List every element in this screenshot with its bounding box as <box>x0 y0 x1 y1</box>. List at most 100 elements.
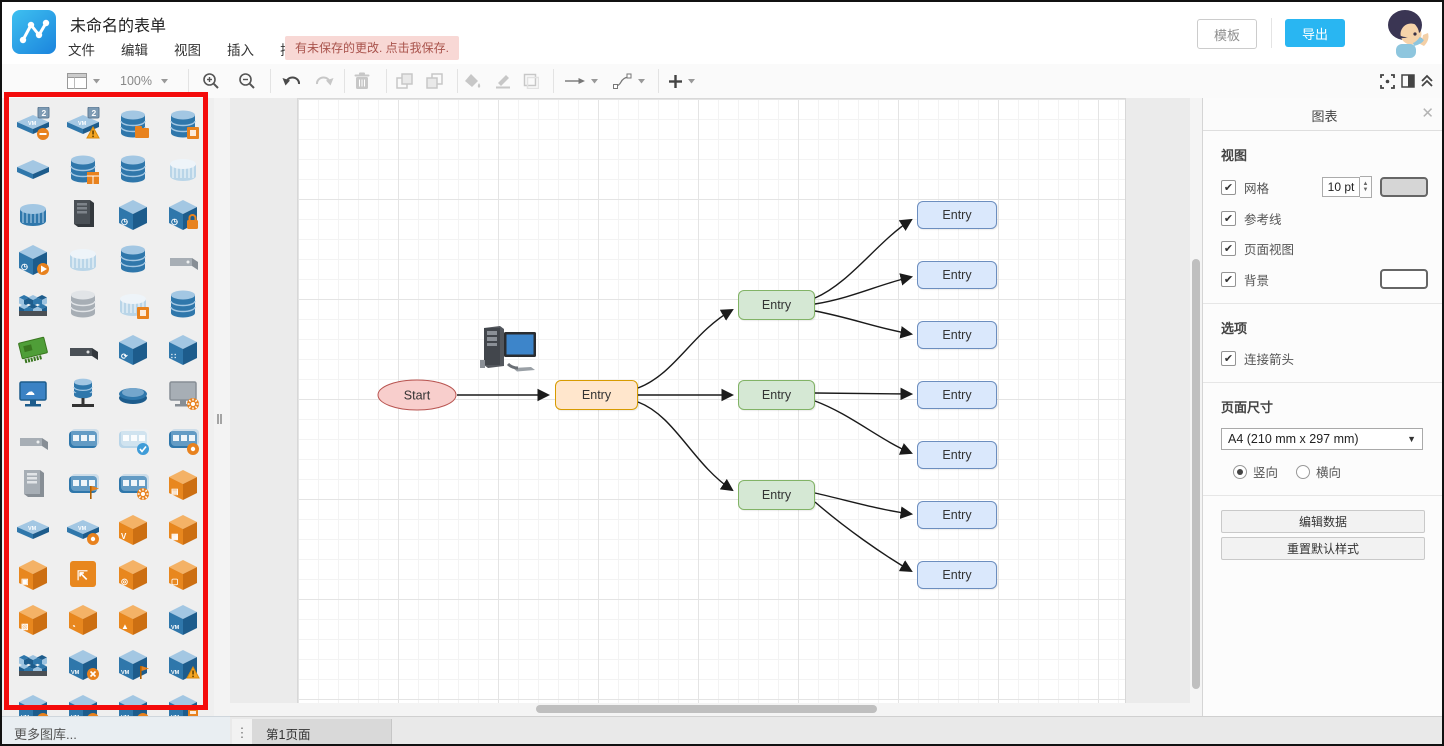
palette-shape-vm-flat-2-warning[interactable]: VM 2 <box>63 106 103 142</box>
to-back-button[interactable] <box>426 68 444 94</box>
app-logo-icon[interactable] <box>12 10 56 54</box>
palette-shape-host-blade-ok[interactable] <box>113 421 153 457</box>
palette-shape-cube-refresh[interactable]: ⟳ <box>113 331 153 367</box>
page-view-style-dropdown[interactable] <box>66 68 101 94</box>
shadow-button[interactable] <box>523 68 539 94</box>
zoom-in-button[interactable] <box>202 68 220 94</box>
reset-default-style-button[interactable]: 重置默认样式 <box>1221 537 1425 560</box>
collapse-toolbar-button[interactable] <box>1420 68 1434 94</box>
palette-shape-pci-card[interactable] <box>13 331 53 367</box>
palette-shape-cube-orange-host[interactable]: ▤ <box>163 466 203 502</box>
delete-button[interactable] <box>354 68 370 94</box>
palette-shape-cube-clock-run[interactable]: ◷ <box>13 241 53 277</box>
workstation-icon[interactable] <box>480 324 538 374</box>
palette-shape-cube-app-window[interactable]: ▦ <box>163 511 203 547</box>
edge-g2-to-b4[interactable] <box>814 387 914 401</box>
flow-node-b6[interactable]: Entry <box>917 501 997 529</box>
user-avatar[interactable] <box>1378 4 1436 62</box>
palette-shape-cube-briefcase[interactable]: ▢ <box>163 556 203 592</box>
palette-shape-rack-unit-black[interactable] <box>63 331 103 367</box>
edge-entry-main-to-g1[interactable] <box>637 308 734 389</box>
palette-shape-database-host[interactable] <box>63 376 103 412</box>
palette-shape-vm-badge-c[interactable]: VM <box>113 691 153 716</box>
fill-color-button[interactable] <box>464 68 482 94</box>
flow-node-b2[interactable]: Entry <box>917 261 997 289</box>
palette-shape-vm-card[interactable]: VM <box>163 691 203 716</box>
palette-shape-host-blade-badge[interactable] <box>163 421 203 457</box>
palette-shape-disk-drive[interactable] <box>163 241 203 277</box>
palette-shape-cylinder-striped[interactable] <box>13 196 53 232</box>
flow-node-b1[interactable]: Entry <box>917 201 997 229</box>
flow-node-g1[interactable]: Entry <box>738 290 815 320</box>
undo-button[interactable] <box>282 68 302 94</box>
edge-entry-main-to-g3[interactable] <box>637 401 734 492</box>
horizontal-scrollbar-thumb[interactable] <box>536 705 877 713</box>
export-button[interactable]: 导出 <box>1285 19 1345 47</box>
menu-item-3[interactable]: 插入 <box>227 39 254 59</box>
palette-shape-cylinder-light[interactable] <box>163 151 203 187</box>
palette-shape-cube-v[interactable]: V <box>113 511 153 547</box>
palette-shape-vm-flat-small[interactable]: VM <box>13 511 53 547</box>
page-view-checkbox[interactable]: ✔ <box>1221 241 1236 256</box>
portrait-radio[interactable] <box>1233 464 1247 479</box>
palette-shape-cylinder-banded[interactable] <box>63 241 103 277</box>
palette-shape-cube-components[interactable]: ∷ <box>163 331 203 367</box>
pages-menu-button[interactable]: ⋮ <box>232 719 252 744</box>
palette-shape-vm-warning[interactable]: VM <box>163 646 203 682</box>
palette-shape-resize-tool[interactable]: ⇱ <box>63 556 103 592</box>
format-panel-toggle[interactable] <box>1401 68 1415 94</box>
palette-shape-cylinder-package[interactable] <box>113 286 153 322</box>
grid-size-stepper[interactable]: ▲ ▼ <box>1360 176 1372 198</box>
palette-shape-brick-group[interactable] <box>13 286 53 322</box>
landscape-radio[interactable] <box>1296 464 1311 479</box>
palette-shape-database-stack-2[interactable] <box>113 241 153 277</box>
palette-shape-rack-server[interactable] <box>13 421 53 457</box>
unsaved-changes-notice[interactable]: 有未保存的更改. 点击我保存. <box>285 36 460 60</box>
palette-shape-vm-template[interactable]: VM <box>113 646 153 682</box>
page-tab-1[interactable]: 第1页面 <box>252 719 392 744</box>
palette-shape-cube-photo[interactable]: ▲ <box>113 601 153 637</box>
palette-shape-blade-template[interactable] <box>63 466 103 502</box>
palette-shape-database-silver[interactable] <box>63 286 103 322</box>
drawing-canvas[interactable]: Start Entry Entry Entry Entry Entry Entry Entr… <box>230 98 1202 716</box>
to-front-button[interactable] <box>396 68 414 94</box>
palette-shape-blade-settings[interactable] <box>113 466 153 502</box>
background-color-swatch[interactable] <box>1380 269 1428 289</box>
guides-checkbox[interactable]: ✔ <box>1221 211 1236 226</box>
palette-shape-monitor-gear[interactable] <box>163 376 203 412</box>
edge-g1-to-b1[interactable] <box>814 218 913 299</box>
document-title[interactable]: 未命名的表单 <box>70 12 166 36</box>
background-checkbox[interactable]: ✔ <box>1221 271 1236 287</box>
menu-item-1[interactable]: 编辑 <box>121 39 148 59</box>
palette-shape-vm-badge-b[interactable]: VM <box>63 691 103 716</box>
template-button[interactable]: 模板 <box>1197 19 1257 49</box>
palette-shape-cube-search[interactable]: ◎ <box>113 556 153 592</box>
more-libraries-link[interactable]: 更多图库... <box>14 724 77 743</box>
fullscreen-button[interactable] <box>1380 68 1395 94</box>
close-icon[interactable]: ✕ <box>1421 104 1434 122</box>
zoom-level-dropdown[interactable]: 100% <box>120 68 169 94</box>
edge-g3-to-b6[interactable] <box>814 492 914 519</box>
insert-dropdown[interactable] <box>668 68 696 94</box>
palette-shape-database-blue[interactable] <box>163 286 203 322</box>
palette-shape-vmware-brick-stack[interactable] <box>13 646 53 682</box>
redo-button[interactable] <box>314 68 334 94</box>
vertical-scrollbar-thumb[interactable] <box>1192 259 1200 689</box>
palette-shape-database-safe[interactable] <box>163 106 203 142</box>
zoom-out-button[interactable] <box>238 68 256 94</box>
palette-shape-server-tower-gray[interactable] <box>13 466 53 502</box>
flow-node-b7[interactable]: Entry <box>917 561 997 589</box>
palette-shape-host-blade[interactable] <box>63 421 103 457</box>
waypoint-style-dropdown[interactable] <box>613 68 646 94</box>
palette-shape-vm-remove[interactable]: VM <box>63 646 103 682</box>
grid-checkbox[interactable]: ✔ <box>1221 179 1236 195</box>
edge-g1-to-b3[interactable] <box>814 310 914 339</box>
palette-shape-server-tower-dark[interactable] <box>63 196 103 232</box>
palette-shape-database-stack[interactable] <box>113 151 153 187</box>
edge-g2-to-b5[interactable] <box>814 400 913 455</box>
flow-node-b4[interactable]: Entry <box>917 381 997 409</box>
grid-color-swatch[interactable] <box>1380 177 1428 197</box>
page-size-select[interactable]: A4 (210 mm x 297 mm) ▼ <box>1221 428 1423 450</box>
flow-node-b5[interactable]: Entry <box>917 441 997 469</box>
grid-size-input[interactable]: 10 pt <box>1322 177 1360 197</box>
